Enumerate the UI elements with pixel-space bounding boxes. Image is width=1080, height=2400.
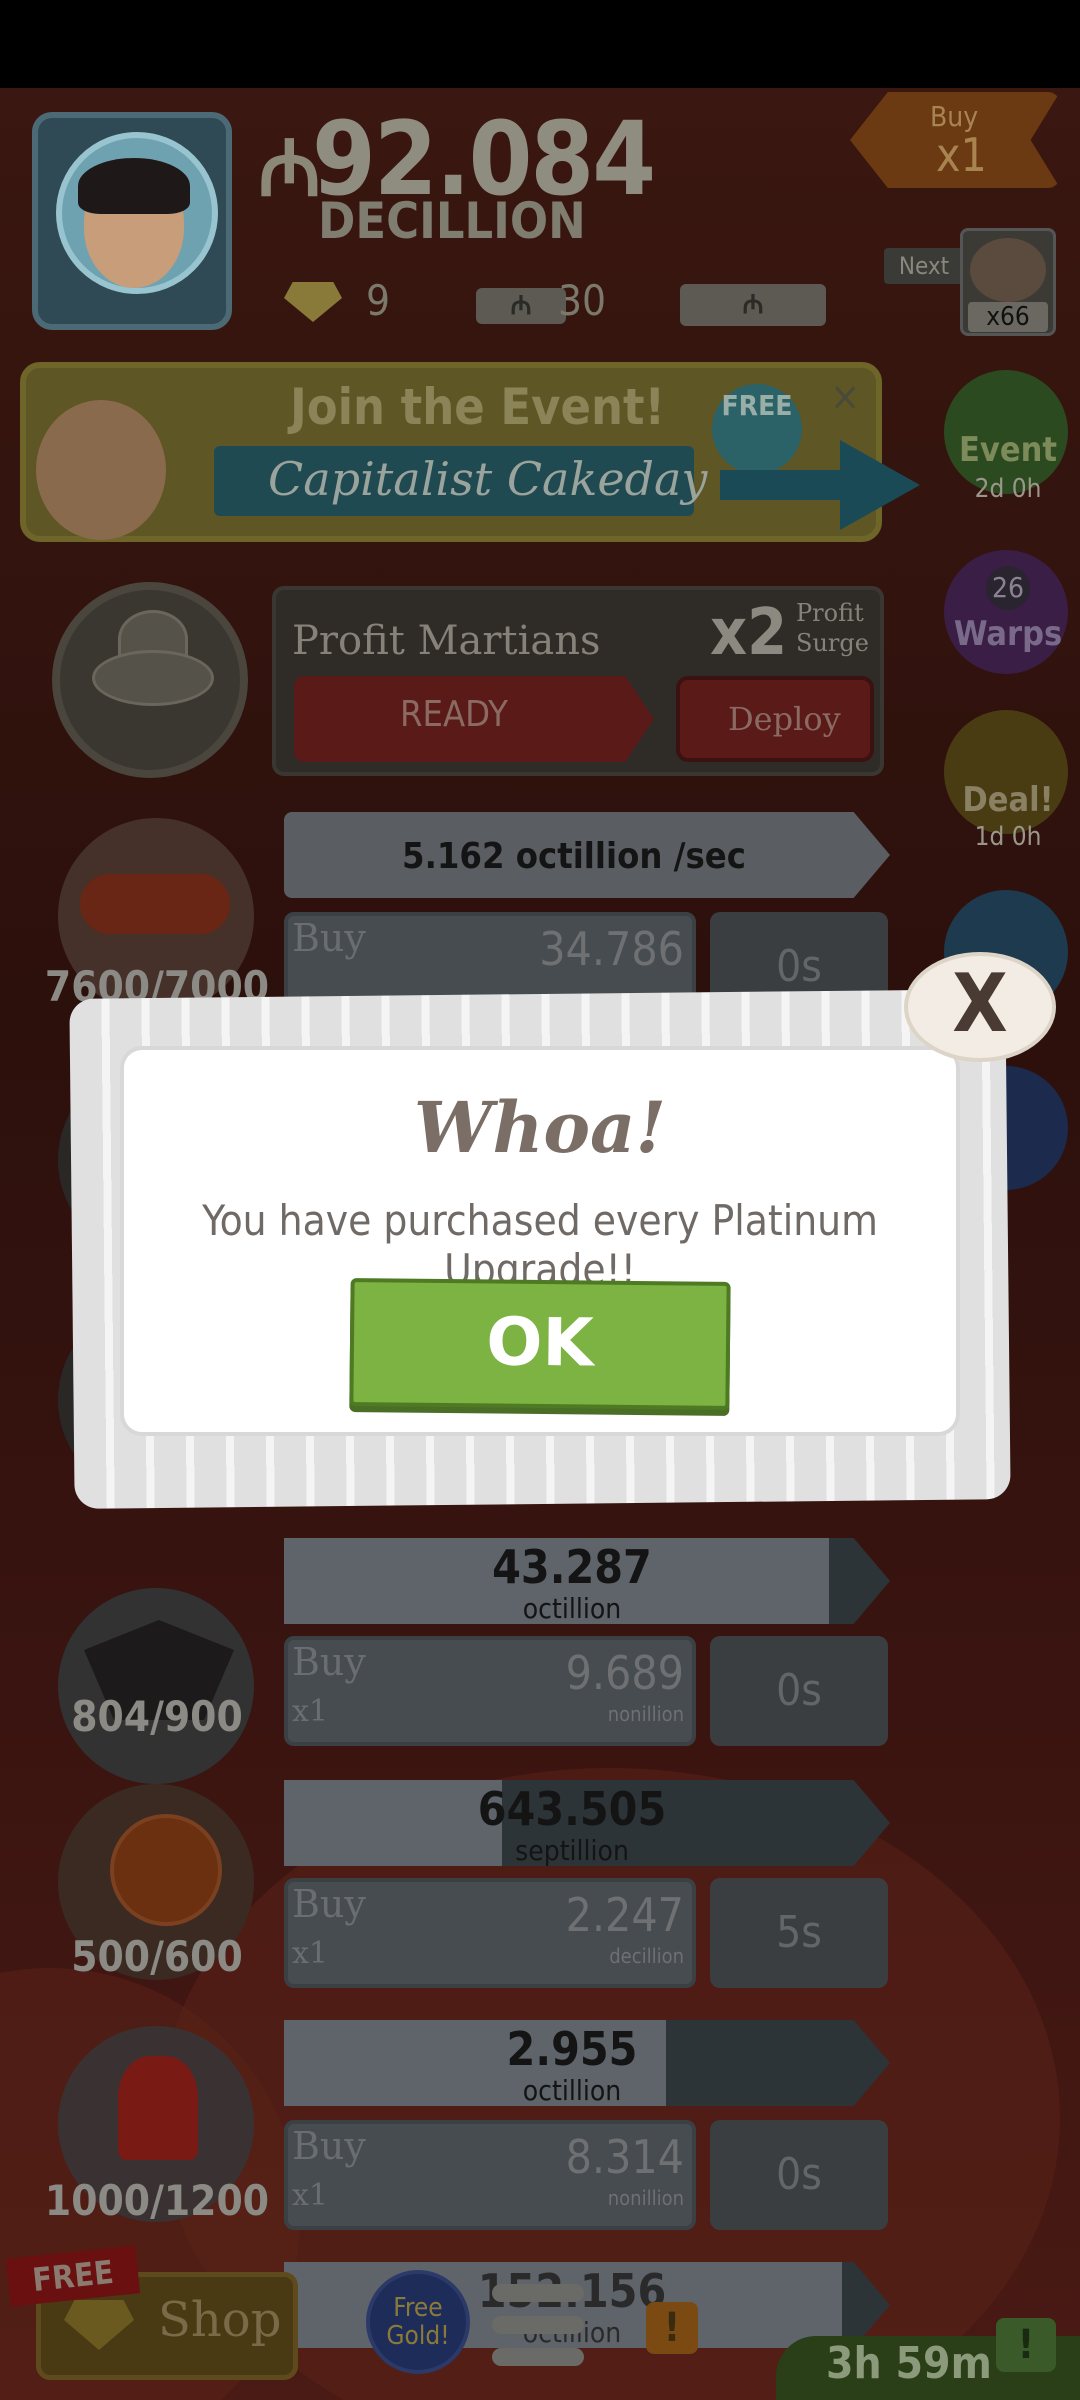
buy-multiplier: x1 bbox=[292, 1694, 329, 1729]
buy-multiplier-value: x1 bbox=[936, 128, 987, 182]
timer-text: 3h 59m bbox=[826, 2338, 992, 2389]
warps-count: 26 bbox=[986, 566, 1030, 610]
buy-multiplier: x1 bbox=[292, 2178, 329, 2213]
side-badge-label: Deal! bbox=[962, 780, 1054, 820]
martians-multiplier: x2 bbox=[710, 596, 788, 670]
side-badge-sub: 1d 0h bbox=[974, 822, 1042, 852]
ufo-body-icon bbox=[92, 650, 214, 706]
buy-price: 34.786 bbox=[539, 922, 684, 976]
player-avatar[interactable] bbox=[32, 112, 232, 330]
buy-label: Buy bbox=[292, 2124, 366, 2168]
timer: 5s bbox=[710, 1878, 888, 1988]
free-badge: FREE bbox=[712, 384, 802, 474]
timer: 0s bbox=[710, 1636, 888, 1746]
revenue-unit: septillion bbox=[515, 1834, 629, 1867]
close-label: X bbox=[952, 957, 1008, 1050]
shop-label: Shop bbox=[158, 2292, 282, 2348]
menu-icon bbox=[492, 2284, 584, 2302]
revenue-unit: octillion bbox=[522, 2074, 622, 2107]
buy-price-unit: nonillion bbox=[607, 2186, 684, 2210]
martians-title: Profit Martians bbox=[292, 618, 601, 664]
tv-alert-icon[interactable]: ! bbox=[996, 2318, 1056, 2372]
business-count: 500/600 bbox=[71, 1932, 243, 1981]
ticket-icon: ₼ bbox=[680, 284, 826, 326]
money-unit: DECILLION bbox=[318, 192, 586, 250]
side-badge-label: Warps bbox=[953, 614, 1063, 654]
revenue-value: 2.955 bbox=[506, 2022, 638, 2076]
menu-icon-line bbox=[492, 2316, 584, 2334]
buy-price: 9.689 bbox=[565, 1646, 684, 1700]
business-count: 1000/1200 bbox=[44, 2176, 270, 2225]
buy-price-unit: decillion bbox=[609, 1944, 684, 1968]
free-gold-line1: Free bbox=[393, 2293, 443, 2323]
menu-button[interactable] bbox=[488, 2276, 588, 2376]
side-badge-label: Event bbox=[959, 430, 1057, 470]
event-character bbox=[36, 400, 166, 540]
modal-title: Whoa! bbox=[413, 1086, 667, 1169]
buy-label: Buy bbox=[292, 1640, 366, 1684]
profit-label: Profit bbox=[796, 599, 864, 627]
free-gold-button[interactable]: Free Gold! bbox=[366, 2270, 470, 2374]
surge-label: Surge bbox=[796, 629, 869, 657]
heart-mascot-icon bbox=[118, 2056, 198, 2160]
avatar-hair bbox=[78, 158, 190, 214]
megabucks-icon: ₼ bbox=[476, 288, 566, 324]
side-badge-sub: 2d 0h bbox=[974, 474, 1042, 504]
close-icon[interactable]: X bbox=[904, 952, 1056, 1062]
banner-close-icon[interactable]: × bbox=[830, 374, 860, 420]
free-gold-line2: Gold! bbox=[386, 2321, 450, 2351]
coin-icon bbox=[110, 1814, 222, 1926]
buy-price: 2.247 bbox=[565, 1888, 684, 1942]
revenue-value: 43.287 bbox=[492, 1540, 652, 1594]
ready-label: READY bbox=[400, 694, 508, 735]
revenue-unit: octillion bbox=[522, 1592, 622, 1625]
next-count: x66 bbox=[968, 302, 1048, 332]
business-count: 804/900 bbox=[71, 1692, 243, 1741]
next-label: Next bbox=[884, 248, 964, 284]
ok-button[interactable]: OK bbox=[349, 1278, 731, 1410]
menu-icon-line bbox=[492, 2348, 584, 2366]
buy-price: 8.314 bbox=[565, 2130, 684, 2184]
timer: 0s bbox=[710, 2120, 888, 2230]
meat-icon bbox=[80, 874, 230, 934]
megabucks-count: 30 bbox=[558, 276, 607, 325]
status-bar bbox=[0, 0, 1080, 88]
alert-icon[interactable]: ! bbox=[646, 2302, 698, 2354]
buy-multiplier: x1 bbox=[292, 1936, 329, 1971]
revenue-value: 5.162 octillion /sec bbox=[402, 836, 746, 877]
next-manager-avatar bbox=[970, 238, 1046, 302]
deploy-label: Deploy bbox=[728, 700, 841, 738]
buy-price-unit: nonillion bbox=[607, 1702, 684, 1726]
gold-count: 9 bbox=[366, 276, 391, 325]
revenue-value: 643.505 bbox=[477, 1782, 667, 1836]
buy-label: Buy bbox=[292, 916, 366, 960]
buy-label: Buy bbox=[292, 1882, 366, 1926]
martians-multiplier-text: Profit Surge bbox=[796, 598, 869, 658]
event-banner-title: Join the Event! bbox=[290, 378, 666, 436]
event-banner-subtitle: Capitalist Cakeday bbox=[268, 452, 708, 506]
